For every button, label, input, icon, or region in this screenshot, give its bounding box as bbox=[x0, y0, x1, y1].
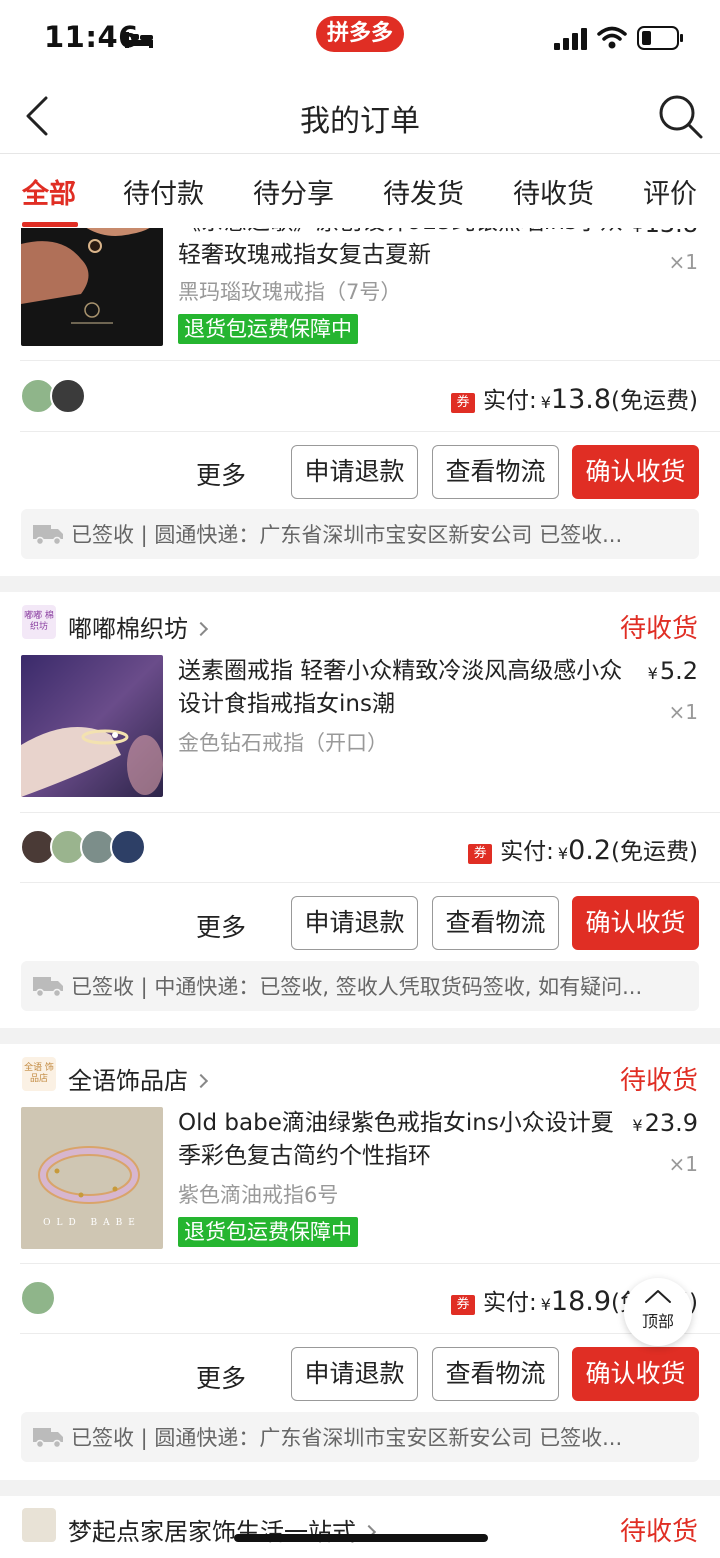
more-button[interactable]: 更多 bbox=[196, 456, 246, 492]
divider bbox=[20, 1263, 720, 1264]
coupon-badge: 券 bbox=[450, 1295, 475, 1315]
product-price: ¥5.2 bbox=[647, 657, 698, 685]
page-title: 我的订单 bbox=[300, 104, 420, 139]
order-list[interactable]: 《杂感之歌》原创设计925纯银黑瑙ins小众轻奢玫瑰戒指女复古夏新 ¥13.8 … bbox=[0, 228, 720, 1558]
battery-icon bbox=[637, 26, 683, 50]
header: 我的订单 bbox=[0, 78, 720, 154]
shop-logo: 嘟嘟 棉织坊 bbox=[22, 605, 56, 639]
app-logo: 拼多多 bbox=[316, 16, 404, 52]
wifi-icon bbox=[597, 26, 627, 49]
chevron-right-icon bbox=[193, 1073, 209, 1089]
view-logistics-button[interactable]: 查看物流 bbox=[432, 896, 559, 950]
truck-icon bbox=[33, 1428, 63, 1448]
logistics-status[interactable]: 已签收 | 中通快递：已签收, 签收人凭取货码签收, 如有疑问... bbox=[21, 961, 699, 1011]
divider bbox=[20, 360, 720, 361]
section-gap bbox=[0, 1480, 720, 1496]
product-variant: 黑玛瑙玫瑰戒指（7号） bbox=[178, 280, 402, 304]
tab-review[interactable]: 评价 bbox=[643, 172, 697, 211]
confirm-receipt-button[interactable]: 确认收货 bbox=[572, 1347, 699, 1401]
truck-icon bbox=[33, 977, 63, 997]
divider bbox=[20, 431, 720, 432]
coupon-badge: 券 bbox=[468, 844, 493, 864]
order-status: 待收货 bbox=[619, 1517, 698, 1547]
more-button[interactable]: 更多 bbox=[196, 908, 246, 944]
logistics-text: 已签收 | 中通快递：已签收, 签收人凭取货码签收, 如有疑问... bbox=[71, 975, 643, 999]
return-guarantee-tag: 退货包运费保障中 bbox=[178, 314, 358, 344]
divider bbox=[20, 812, 720, 813]
product-price: ¥23.9 bbox=[632, 1109, 698, 1137]
order-status: 待收货 bbox=[619, 1066, 698, 1096]
tab-all[interactable]: 全部 bbox=[22, 172, 76, 211]
truck-icon bbox=[33, 525, 63, 545]
coupon-badge: 券 bbox=[450, 393, 475, 413]
tab-pending-share[interactable]: 待分享 bbox=[253, 172, 334, 211]
logistics-status[interactable]: 已签收 | 圆通快递：广东省深圳市宝安区新安公司 已签收... bbox=[21, 1412, 699, 1462]
product-quantity: ×1 bbox=[668, 250, 698, 274]
product-quantity: ×1 bbox=[668, 700, 698, 724]
paid-amount: 券实付: ¥0.2(免运费) bbox=[468, 832, 698, 866]
divider bbox=[20, 882, 720, 883]
bed-icon bbox=[125, 32, 153, 48]
tab-indicator bbox=[22, 222, 78, 227]
product-price: ¥13.8 bbox=[632, 228, 698, 238]
request-refund-button[interactable]: 申请退款 bbox=[291, 1347, 418, 1401]
request-refund-button[interactable]: 申请退款 bbox=[291, 896, 418, 950]
avatar bbox=[50, 378, 86, 414]
confirm-receipt-button[interactable]: 确认收货 bbox=[572, 896, 699, 950]
request-refund-button[interactable]: 申请退款 bbox=[291, 445, 418, 499]
signal-icon bbox=[554, 28, 587, 50]
logistics-text: 已签收 | 圆通快递：广东省深圳市宝安区新安公司 已签收... bbox=[71, 523, 623, 547]
product-title[interactable]: 送素圈戒指 轻奢小众精致冷淡风高级感小众设计食指戒指女ins潮 bbox=[178, 655, 628, 721]
tab-pending-payment[interactable]: 待付款 bbox=[123, 172, 204, 211]
product-thumbnail[interactable] bbox=[21, 228, 163, 346]
product-title[interactable]: Old babe滴油绿紫色戒指女ins小众设计夏季彩色复古简约个性指环 bbox=[178, 1107, 628, 1173]
search-icon[interactable] bbox=[656, 92, 704, 140]
shop-name[interactable]: 全语饰品店 bbox=[68, 1061, 209, 1096]
product-thumbnail-text: OLD BABE bbox=[43, 1218, 141, 1228]
back-to-top-button[interactable]: 顶部 bbox=[624, 1278, 692, 1346]
more-button[interactable]: 更多 bbox=[196, 1359, 246, 1395]
return-guarantee-tag: 退货包运费保障中 bbox=[178, 1217, 358, 1247]
product-variant: 紫色滴油戒指6号 bbox=[178, 1183, 339, 1207]
chevron-right-icon bbox=[193, 621, 209, 637]
section-gap bbox=[0, 1028, 720, 1044]
order-tabs: 全部 待付款 待分享 待发货 待收货 评价 bbox=[0, 154, 720, 228]
divider bbox=[20, 1333, 720, 1334]
logistics-status[interactable]: 已签收 | 圆通快递：广东省深圳市宝安区新安公司 已签收... bbox=[21, 509, 699, 559]
status-bar: 11:46 拼多多 bbox=[0, 0, 720, 78]
view-logistics-button[interactable]: 查看物流 bbox=[432, 1347, 559, 1401]
shop-logo: 全语 饰品店 bbox=[22, 1057, 56, 1091]
avatar bbox=[20, 1280, 56, 1316]
tab-pending-receipt[interactable]: 待收货 bbox=[513, 172, 594, 211]
view-logistics-button[interactable]: 查看物流 bbox=[432, 445, 559, 499]
logistics-text: 已签收 | 圆通快递：广东省深圳市宝安区新安公司 已签收... bbox=[71, 1426, 623, 1450]
confirm-receipt-button[interactable]: 确认收货 bbox=[572, 445, 699, 499]
shop-logo bbox=[22, 1508, 56, 1542]
order-status: 待收货 bbox=[619, 614, 698, 644]
product-thumbnail[interactable]: OLD BABE bbox=[21, 1107, 163, 1249]
product-variant: 金色钻石戒指（开口） bbox=[178, 731, 388, 755]
product-thumbnail[interactable] bbox=[21, 655, 163, 797]
section-gap bbox=[0, 576, 720, 592]
product-quantity: ×1 bbox=[668, 1152, 698, 1176]
chevron-up-icon bbox=[645, 1290, 671, 1303]
home-indicator[interactable] bbox=[234, 1534, 488, 1542]
paid-amount: 券实付: ¥13.8(免运费) bbox=[450, 381, 698, 415]
back-to-top-label: 顶部 bbox=[641, 1312, 674, 1331]
shop-name[interactable]: 嘟嘟棉织坊 bbox=[68, 609, 209, 644]
tab-pending-shipment[interactable]: 待发货 bbox=[383, 172, 464, 211]
product-title[interactable]: 《杂感之歌》原创设计925纯银黑瑙ins小众轻奢玫瑰戒指女复古夏新 bbox=[178, 228, 628, 272]
avatar bbox=[110, 829, 146, 865]
